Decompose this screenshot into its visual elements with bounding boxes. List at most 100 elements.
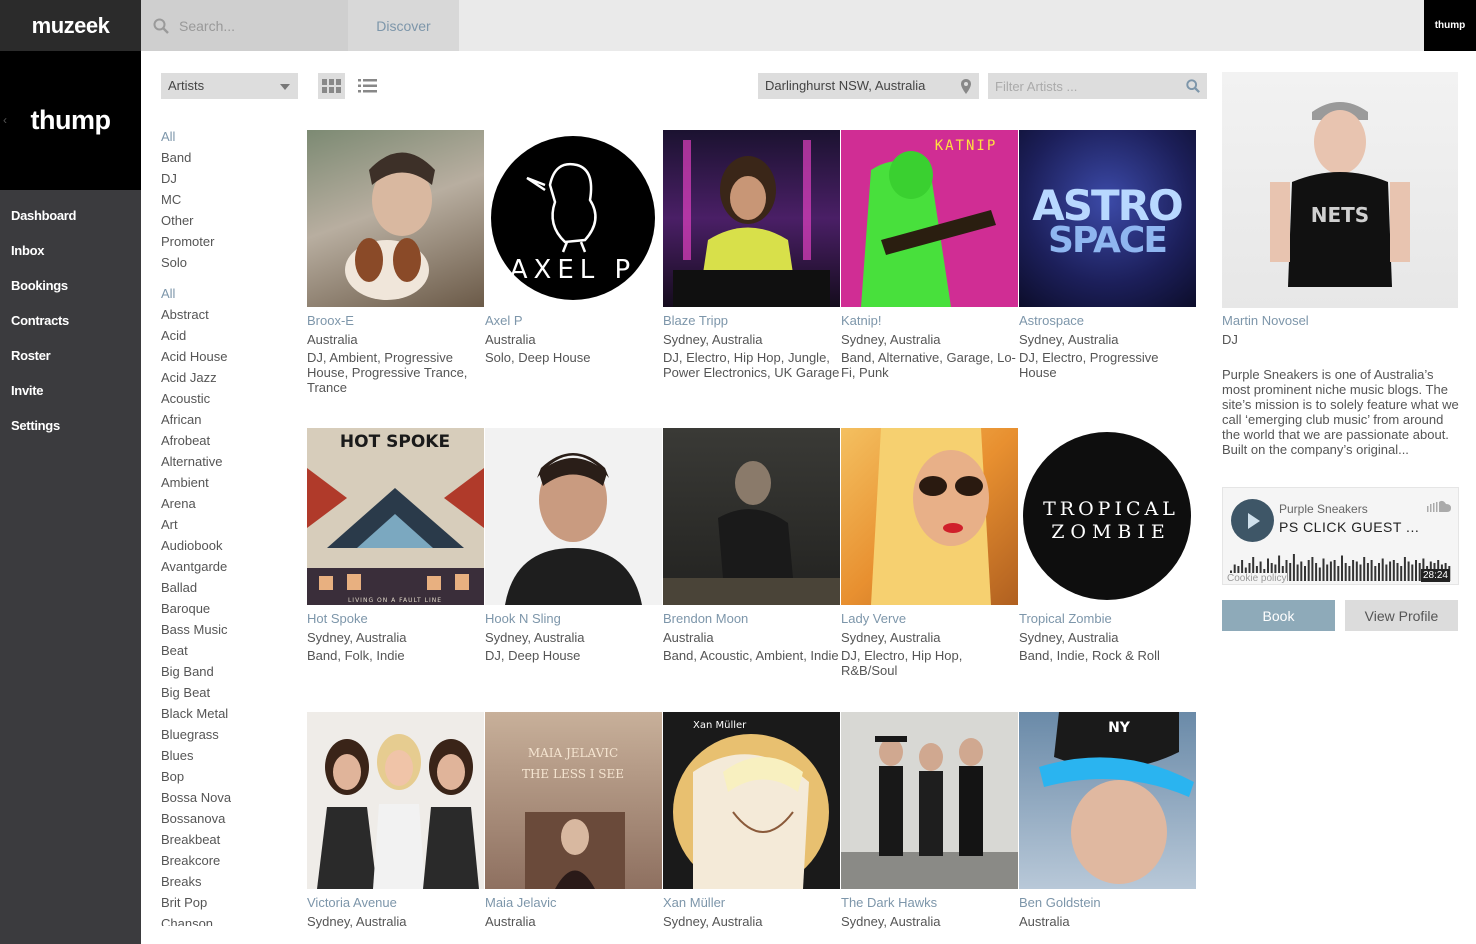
type-filter-item[interactable]: Other (161, 213, 214, 234)
genre-filter-item[interactable]: Avantgarde (161, 559, 231, 580)
artist-card[interactable]: Xan Müller Xan Müller Sydney, Australia (663, 712, 840, 930)
artist-name[interactable]: Blaze Tripp (663, 312, 840, 329)
artist-name[interactable]: Lady Verve (841, 610, 1018, 627)
type-filter-item[interactable]: All (161, 129, 214, 150)
genre-filter-item[interactable]: Baroque (161, 601, 231, 622)
artist-name[interactable]: Hot Spoke (307, 610, 484, 627)
artist-card[interactable]: Victoria Avenue Sydney, Australia (307, 712, 484, 930)
artist-photo[interactable]: TROPICAL ZOMBIE (1019, 428, 1196, 605)
muzeek-logo[interactable]: muzeek (0, 0, 141, 51)
artist-card[interactable]: AXEL P Axel P Australia Solo, Deep House (485, 130, 662, 365)
category-dropdown[interactable]: Artists (161, 73, 298, 99)
filter-artists-input[interactable] (988, 73, 1168, 99)
type-filter-item[interactable]: Band (161, 150, 214, 171)
artist-name[interactable]: Hook N Sling (485, 610, 662, 627)
artist-card[interactable]: Broox-E Australia DJ, Ambient, Progressi… (307, 130, 484, 395)
artist-photo[interactable]: MAIA JELAVIC THE LESS I SEE (485, 712, 662, 889)
genre-filter-item[interactable]: Beat (161, 643, 231, 664)
artist-name[interactable]: Victoria Avenue (307, 894, 484, 911)
type-filter-item[interactable]: Promoter (161, 234, 214, 255)
artist-photo[interactable] (841, 428, 1018, 605)
genre-filter-item[interactable]: Brit Pop (161, 895, 231, 916)
artist-name[interactable]: Xan Müller (663, 894, 840, 911)
artist-name[interactable]: Ben Goldstein (1019, 894, 1196, 911)
genre-filter-item[interactable]: Acid (161, 328, 231, 349)
type-filter-item[interactable]: Solo (161, 255, 214, 276)
genre-filter-item[interactable]: Alternative (161, 454, 231, 475)
search-input[interactable] (179, 17, 339, 34)
play-button[interactable] (1231, 499, 1274, 542)
genre-filter-item[interactable]: Bass Music (161, 622, 231, 643)
genre-filter-item[interactable]: Acid House (161, 349, 231, 370)
artist-name[interactable]: Tropical Zombie (1019, 610, 1196, 627)
grid-view-button[interactable] (318, 73, 345, 99)
cookie-policy-link[interactable]: Cookie policy (1226, 573, 1288, 584)
genre-filter-item[interactable]: Ambient (161, 475, 231, 496)
type-filter-item[interactable]: MC (161, 192, 214, 213)
genre-filter-item[interactable]: African (161, 412, 231, 433)
artist-photo[interactable]: NY (1019, 712, 1196, 889)
profile-photo[interactable]: NETS (1222, 72, 1458, 308)
genre-filter-item[interactable]: Big Band (161, 664, 231, 685)
profile-name[interactable]: Martin Novosel (1222, 313, 1309, 328)
artist-name[interactable]: Katnip! (841, 312, 1018, 329)
genre-filter-item[interactable]: Bossanova (161, 811, 231, 832)
artist-name[interactable]: Astrospace (1019, 312, 1196, 329)
sidebar-item-contracts[interactable]: Contracts (0, 303, 141, 338)
genre-filter-item[interactable]: Afrobeat (161, 433, 231, 454)
artist-photo[interactable] (307, 130, 484, 307)
artist-photo[interactable] (485, 428, 662, 605)
artist-card[interactable]: Brendon Moon Australia Band, Acoustic, A… (663, 428, 840, 663)
sidebar-item-invite[interactable]: Invite (0, 373, 141, 408)
artist-photo[interactable] (841, 712, 1018, 889)
genre-filter-item[interactable]: Big Beat (161, 685, 231, 706)
artist-photo[interactable]: KATNIP (841, 130, 1018, 307)
filter-artists-box[interactable] (988, 73, 1207, 99)
genre-filter-item[interactable]: Chanson (161, 916, 231, 926)
sidebar-item-settings[interactable]: Settings (0, 408, 141, 443)
genre-filter-item[interactable]: Acid Jazz (161, 370, 231, 391)
artist-name[interactable]: Maia Jelavic (485, 894, 662, 911)
genre-filter-item[interactable]: Acoustic (161, 391, 231, 412)
sidebar-item-inbox[interactable]: Inbox (0, 233, 141, 268)
artist-photo[interactable]: HOT SPOKE LIVING ON A FAULT LINE (307, 428, 484, 605)
chevron-left-icon[interactable]: ‹ (3, 113, 7, 127)
artist-name[interactable]: The Dark Hawks (841, 894, 1018, 911)
sidebar-item-dashboard[interactable]: Dashboard (0, 198, 141, 233)
artist-card[interactable]: KATNIP Katnip! Sydney, Australia Band, A… (841, 130, 1018, 380)
account-logo[interactable]: thump (1424, 0, 1476, 51)
artist-card[interactable]: MAIA JELAVIC THE LESS I SEE Maia Jelavic… (485, 712, 662, 930)
artist-photo[interactable]: Xan Müller (663, 712, 840, 889)
artist-name[interactable]: Axel P (485, 312, 662, 329)
genre-filter-item[interactable]: Audiobook (161, 538, 231, 559)
genre-filter-item[interactable]: Abstract (161, 307, 231, 328)
artist-name[interactable]: Broox-E (307, 312, 484, 329)
genre-filter-item[interactable]: Breakcore (161, 853, 231, 874)
artist-card[interactable]: Hook N Sling Sydney, Australia DJ, Deep … (485, 428, 662, 663)
genre-filter-item[interactable]: Breakbeat (161, 832, 231, 853)
location-field[interactable]: Darlinghurst NSW, Australia (758, 73, 979, 99)
genre-filter-item[interactable]: Art (161, 517, 231, 538)
search-box[interactable] (141, 0, 348, 51)
artist-photo[interactable] (663, 428, 840, 605)
genre-filter-item[interactable]: Ballad (161, 580, 231, 601)
genre-filter-item[interactable]: Blues (161, 748, 231, 769)
genre-filter-item[interactable]: Bossa Nova (161, 790, 231, 811)
genre-filter-item[interactable]: Black Metal (161, 706, 231, 727)
genre-filter-item[interactable]: Bluegrass (161, 727, 231, 748)
artist-name[interactable]: Brendon Moon (663, 610, 840, 627)
genre-filter-item[interactable]: Breaks (161, 874, 231, 895)
sidebar-item-bookings[interactable]: Bookings (0, 268, 141, 303)
artist-card[interactable]: The Dark Hawks Sydney, Australia (841, 712, 1018, 930)
artist-card[interactable]: ASTRO SPACE Astrospace Sydney, Australia… (1019, 130, 1196, 380)
artist-card[interactable]: Lady Verve Sydney, Australia DJ, Electro… (841, 428, 1018, 678)
discover-tab[interactable]: Discover (348, 0, 459, 51)
artist-photo[interactable]: AXEL P (485, 130, 662, 307)
artist-card[interactable]: HOT SPOKE LIVING ON A FAULT LINE Hot Spo… (307, 428, 484, 663)
artist-card[interactable]: NY Ben Goldstein Australia (1019, 712, 1196, 930)
artist-photo[interactable]: ASTRO SPACE (1019, 130, 1196, 307)
genre-filter-item[interactable]: All (161, 286, 231, 307)
book-button[interactable]: Book (1222, 600, 1335, 631)
view-profile-button[interactable]: View Profile (1345, 600, 1458, 631)
artist-card[interactable]: Blaze Tripp Sydney, Australia DJ, Electr… (663, 130, 840, 380)
